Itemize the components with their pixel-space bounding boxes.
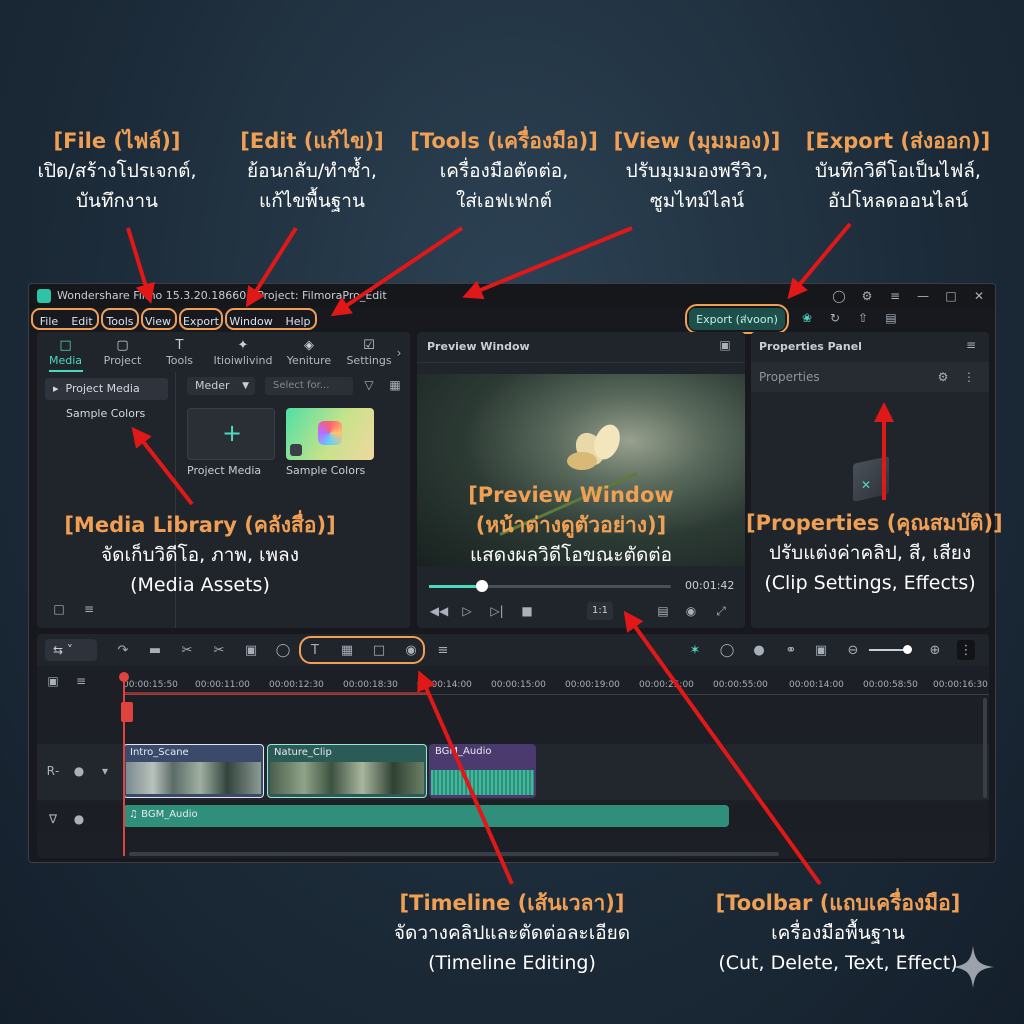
annotation-arrows [126,222,894,886]
arrow-view [462,226,633,300]
arrow-tools [330,226,464,317]
arrow-export [787,222,852,300]
arrow-media [131,426,194,506]
arrow-timeline [417,670,514,885]
arrow-toolbar [623,610,822,886]
arrow-file [126,227,155,304]
arrow-edit [245,226,298,308]
